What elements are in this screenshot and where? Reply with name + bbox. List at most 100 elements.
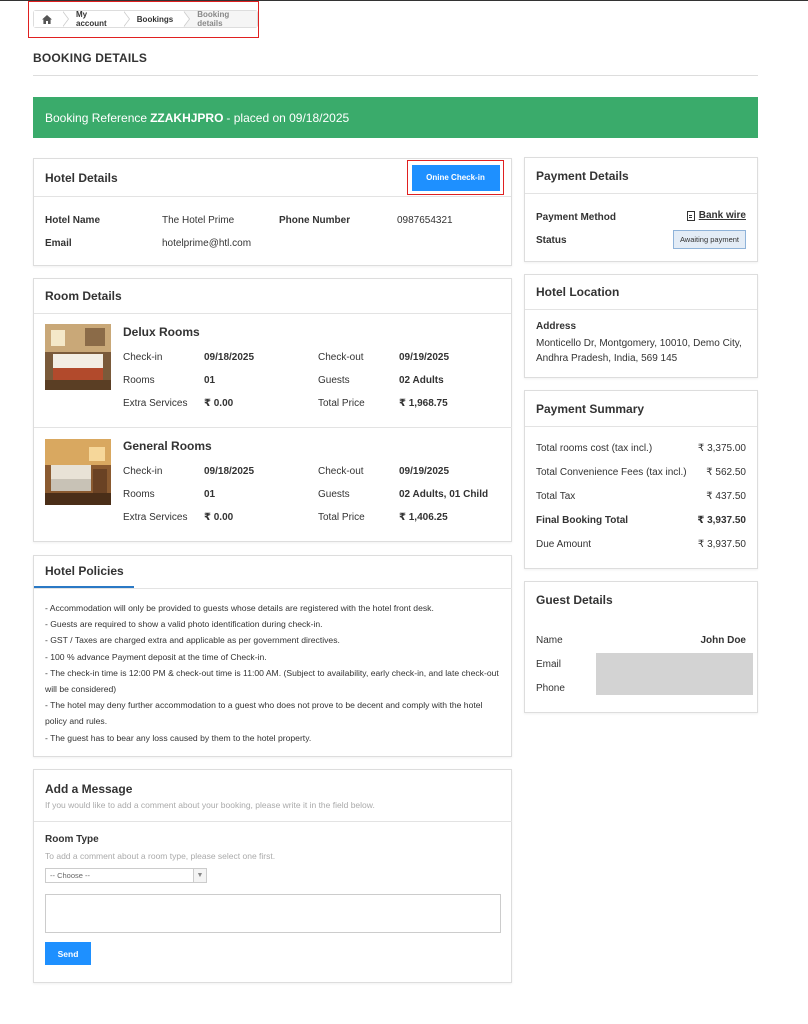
booking-reference-banner: Booking Reference ZZAKHJPRO - placed on … <box>33 97 758 138</box>
status-label: Status <box>536 235 567 246</box>
payment-details-card: Payment Details Payment Method Bank wire… <box>524 157 758 262</box>
hotel-name-value: The Hotel Prime <box>162 215 235 226</box>
payment-summary-header: Payment Summary <box>525 391 757 427</box>
payment-method-label: Payment Method <box>536 212 617 223</box>
chevron-down-icon: ▼ <box>193 869 206 882</box>
banner-suffix: - placed on 09/18/2025 <box>226 110 350 125</box>
banner-prefix: Booking Reference <box>45 110 148 125</box>
send-button[interactable]: Send <box>45 942 91 965</box>
extra-services-value: ₹ 0.00 <box>204 512 234 523</box>
final-total-value: ₹ 3,937.50 <box>697 515 746 526</box>
room-name: General Rooms <box>123 439 212 453</box>
online-checkin-button[interactable]: Onine Check-in <box>411 164 500 191</box>
guest-phone-label: Phone <box>536 683 565 694</box>
booking-reference: ZZAKHJPRO <box>150 110 224 125</box>
room-type-label: Room Type <box>45 834 99 845</box>
add-message-subtitle: If you would like to add a comment about… <box>45 800 375 810</box>
guest-details-title: Guest Details <box>536 593 613 607</box>
add-message-title: Add a Message <box>45 782 133 796</box>
breadcrumb-highlight: My account Bookings Booking details <box>28 1 259 38</box>
address-label: Address <box>536 321 577 332</box>
hotel-name-label: Hotel Name <box>45 215 101 226</box>
bank-wire-label: Bank wire <box>698 210 746 221</box>
room-details-header: Room Details <box>34 279 511 314</box>
hotel-policies-tab[interactable]: Hotel Policies <box>34 556 134 588</box>
guest-email-label: Email <box>536 659 562 670</box>
hotel-details-header: Hotel Details Onine Check-in <box>34 159 511 197</box>
hotel-details-title: Hotel Details <box>45 170 118 185</box>
room-type-select-value: -- Choose -- <box>50 871 91 880</box>
summary-label: Total Tax <box>536 491 576 502</box>
payment-details-title: Payment Details <box>536 168 629 183</box>
checkin-value: 09/18/2025 <box>204 352 255 363</box>
extra-services-label: Extra Services <box>123 512 188 523</box>
hotel-details-card: Hotel Details Onine Check-in Hotel Name … <box>33 158 512 266</box>
bank-wire-link[interactable]: Bank wire <box>686 210 746 221</box>
guests-label: Guests <box>318 375 350 386</box>
home-icon <box>42 14 52 24</box>
checkin-highlight: Onine Check-in <box>407 160 504 195</box>
message-divider <box>34 821 512 822</box>
hotel-location-card: Hotel Location Address Monticello Dr, Mo… <box>524 274 758 378</box>
due-amount-label: Due Amount <box>536 539 592 550</box>
page-title: BOOKING DETAILS <box>33 51 148 65</box>
guest-name-value: John Doe <box>700 635 746 646</box>
email-label: Email <box>45 238 72 249</box>
policy-line: - The hotel may deny further accommodati… <box>45 700 483 727</box>
payment-summary-card: Payment Summary Total rooms cost (tax in… <box>524 390 758 569</box>
payment-details-header: Payment Details <box>525 158 757 194</box>
rooms-value: 01 <box>204 489 216 500</box>
room-type-select[interactable]: -- Choose -- ▼ <box>45 868 207 883</box>
guests-label: Guests <box>318 489 350 500</box>
checkin-value: 09/18/2025 <box>204 466 255 477</box>
policy-line: - 100 % advance Payment deposit at the t… <box>45 651 267 662</box>
total-price-value: ₹ 1,968.75 <box>399 398 448 409</box>
guests-value: 02 Adults <box>399 375 444 386</box>
document-icon <box>686 210 695 221</box>
checkout-label: Check-out <box>318 466 364 477</box>
breadcrumb-bookings[interactable]: Bookings <box>122 11 191 27</box>
message-textarea[interactable] <box>45 894 501 933</box>
total-price-label: Total Price <box>318 512 365 523</box>
total-price-value: ₹ 1,406.25 <box>399 512 448 523</box>
summary-label: Total rooms cost (tax incl.) <box>536 443 653 454</box>
guest-details-header: Guest Details <box>525 582 757 618</box>
policy-line: - The guest has to bear any loss caused … <box>45 732 312 743</box>
guest-details-card: Guest Details Name John Doe Email Phone <box>524 581 758 713</box>
rooms-value: 01 <box>204 375 216 386</box>
room-photo <box>45 439 111 505</box>
room-details-title: Room Details <box>45 289 122 303</box>
breadcrumb: My account Bookings Booking details <box>33 10 258 28</box>
breadcrumb-booking-details: Booking details <box>183 10 257 28</box>
breadcrumb-home[interactable] <box>34 11 69 27</box>
summary-value: ₹ 562.50 <box>706 467 746 478</box>
hotel-policies-card: Hotel Policies - Accommodation will only… <box>33 555 512 757</box>
summary-value: ₹ 437.50 <box>706 491 746 502</box>
add-message-card: Add a Message If you would like to add a… <box>33 769 512 983</box>
total-price-label: Total Price <box>318 398 365 409</box>
email-value: hotelprime@htl.com <box>162 238 252 249</box>
status-badge: Awaiting payment <box>672 230 746 249</box>
checkout-value: 09/19/2025 <box>399 352 450 363</box>
final-total-label: Final Booking Total <box>536 515 629 526</box>
breadcrumb-my-account[interactable]: My account <box>62 10 130 28</box>
checkout-value: 09/19/2025 <box>399 466 450 477</box>
rooms-label: Rooms <box>123 375 155 386</box>
policy-line: - GST / Taxes are charged extra and appl… <box>45 635 340 646</box>
policy-line: - Accommodation will only be provided to… <box>45 603 434 613</box>
extra-services-value: ₹ 0.00 <box>204 398 234 409</box>
rooms-label: Rooms <box>123 489 155 500</box>
title-divider <box>33 75 758 76</box>
room-type-hint: To add a comment about a room type, plea… <box>45 851 276 861</box>
room-name: Delux Rooms <box>123 325 200 339</box>
redacted-block <box>596 653 753 695</box>
address-line-1: Monticello Dr, Montgomery, 10010, Demo C… <box>536 338 742 349</box>
hotel-location-header: Hotel Location <box>525 275 757 310</box>
summary-label: Total Convenience Fees (tax incl.) <box>536 467 687 478</box>
guest-name-label: Name <box>536 635 563 646</box>
phone-number-label: Phone Number <box>279 215 351 226</box>
checkin-label: Check-in <box>123 352 163 363</box>
policies-text: - Accommodation will only be provided to… <box>45 600 505 746</box>
policy-line: - Guests are required to show a valid ph… <box>45 619 323 630</box>
room-photo <box>45 324 111 390</box>
